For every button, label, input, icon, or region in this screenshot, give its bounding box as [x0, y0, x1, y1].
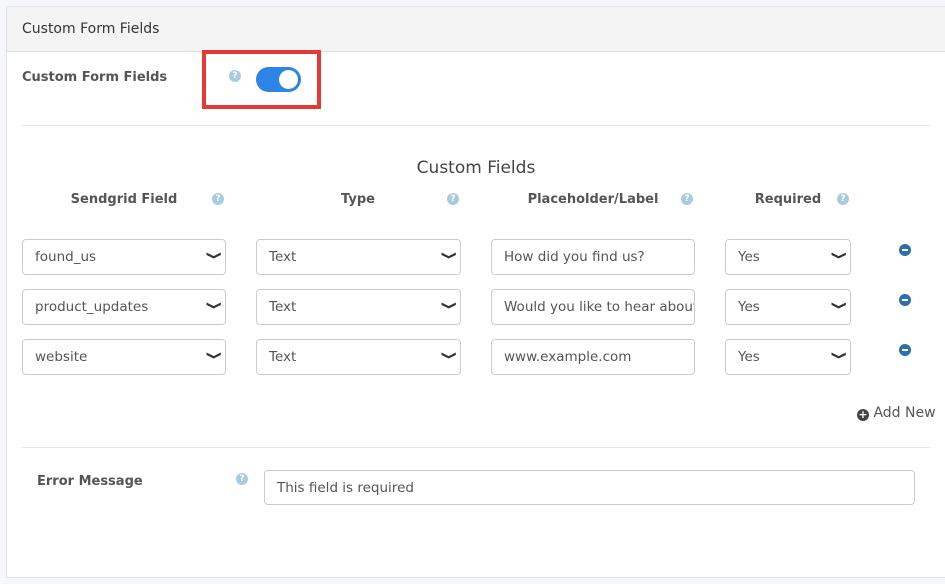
toggle-label: Custom Form Fields: [22, 70, 168, 85]
divider: [22, 125, 930, 126]
required-value: Yes: [738, 249, 760, 265]
column-header: Placeholder/Label: [527, 192, 659, 207]
help-icon[interactable]: ?: [212, 193, 224, 205]
section-title: Custom Fields: [416, 158, 536, 178]
add-new-button[interactable]: + Add New: [857, 405, 936, 421]
placeholder-value: How did you find us?: [504, 249, 645, 265]
chevron-down-icon: ❯: [830, 350, 848, 361]
column-header: Sendgrid Field: [70, 192, 178, 207]
remove-row-icon[interactable]: [899, 344, 911, 356]
toggle-knob: [279, 70, 298, 89]
chevron-down-icon: ❯: [440, 300, 458, 311]
type-select[interactable]: Text ❯: [256, 239, 461, 275]
placeholder-value: Would you like to hear about: [504, 299, 695, 315]
chevron-down-icon: ❯: [830, 300, 848, 311]
help-icon[interactable]: ?: [447, 193, 459, 205]
field-select[interactable]: product_updates ❯: [22, 289, 226, 325]
type-select[interactable]: Text ❯: [256, 289, 461, 325]
panel-header: Custom Form Fields: [7, 7, 945, 52]
error-message-label: Error Message: [37, 474, 143, 489]
placeholder-value: www.example.com: [504, 349, 632, 365]
required-select[interactable]: Yes ❯: [725, 339, 851, 375]
placeholder-input[interactable]: www.example.com: [491, 339, 695, 375]
field-value: found_us: [35, 249, 97, 265]
placeholder-input[interactable]: How did you find us?: [491, 239, 695, 275]
chevron-down-icon: ❯: [440, 350, 458, 361]
chevron-down-icon: ❯: [205, 250, 223, 261]
type-value: Text: [269, 349, 297, 365]
plus-icon: +: [857, 408, 869, 421]
required-value: Yes: [738, 299, 760, 315]
column-header: Required: [754, 192, 822, 207]
type-value: Text: [269, 249, 297, 265]
chevron-down-icon: ❯: [830, 250, 848, 261]
help-icon[interactable]: ?: [236, 473, 248, 485]
custom-form-fields-toggle[interactable]: [256, 67, 301, 92]
column-header: Type: [341, 192, 375, 207]
field-select[interactable]: website ❯: [22, 339, 226, 375]
remove-row-icon[interactable]: [899, 294, 911, 306]
field-select[interactable]: found_us ❯: [22, 239, 226, 275]
chevron-down-icon: ❯: [205, 300, 223, 311]
required-select[interactable]: Yes ❯: [725, 239, 851, 275]
help-icon[interactable]: ?: [837, 193, 849, 205]
field-value: website: [35, 349, 88, 365]
required-select[interactable]: Yes ❯: [725, 289, 851, 325]
chevron-down-icon: ❯: [440, 250, 458, 261]
chevron-down-icon: ❯: [205, 350, 223, 361]
divider: [22, 447, 930, 448]
type-value: Text: [269, 299, 297, 315]
field-value: product_updates: [35, 299, 149, 315]
remove-row-icon[interactable]: [899, 244, 911, 256]
placeholder-input[interactable]: Would you like to hear about: [491, 289, 695, 325]
error-message-input[interactable]: This field is required: [264, 470, 915, 505]
type-select[interactable]: Text ❯: [256, 339, 461, 375]
add-new-label: Add New: [873, 405, 936, 421]
required-value: Yes: [738, 349, 760, 365]
